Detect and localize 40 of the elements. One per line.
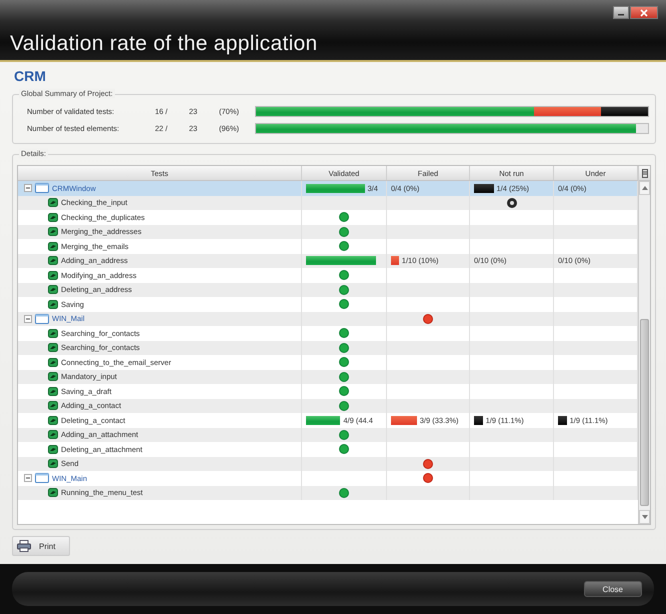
test-step-icon: [48, 401, 58, 410]
test-step-icon: [48, 285, 58, 294]
expander[interactable]: [24, 314, 32, 323]
expander[interactable]: [24, 474, 32, 482]
window-icon: [35, 183, 49, 194]
minus-icon: [25, 316, 31, 322]
test-step-icon: [48, 372, 58, 382]
window-title: Validation rate of the application: [10, 32, 318, 56]
test-step-icon: [48, 256, 58, 266]
close-dialog-button[interactable]: Close: [584, 581, 642, 597]
test-step-icon: [48, 227, 58, 236]
test-step-icon: [48, 300, 58, 309]
window-icon: [35, 473, 49, 484]
window-icon: [35, 314, 49, 324]
expander[interactable]: [24, 184, 32, 192]
test-step-icon: [48, 270, 58, 280]
test-step-icon: [48, 386, 58, 396]
scrollbar[interactable]: [638, 166, 650, 524]
print-button[interactable]: Print: [12, 536, 70, 556]
test-step-icon: [48, 212, 58, 222]
minus-icon: [25, 185, 31, 192]
project-name: CRM: [14, 68, 47, 84]
minus-icon: [25, 475, 31, 482]
test-step-icon: [48, 358, 58, 367]
test-step-icon: [48, 459, 58, 468]
test-step-icon: [48, 444, 58, 454]
printer-icon: [17, 540, 31, 552]
test-step-icon: [48, 198, 58, 208]
scroll-up-icon[interactable]: [642, 186, 648, 190]
minimize-button[interactable]: [613, 6, 629, 19]
scroll-down-icon[interactable]: [642, 515, 648, 519]
test-step-icon: [48, 343, 58, 352]
close-button[interactable]: [630, 6, 658, 19]
test-step-icon: [48, 416, 58, 425]
test-step-icon: [48, 430, 58, 440]
test-step-icon: [48, 488, 58, 498]
close-icon: [640, 8, 648, 16]
test-step-icon: [48, 328, 58, 338]
column-icon[interactable]: [642, 168, 648, 178]
test-step-icon: [48, 242, 58, 251]
